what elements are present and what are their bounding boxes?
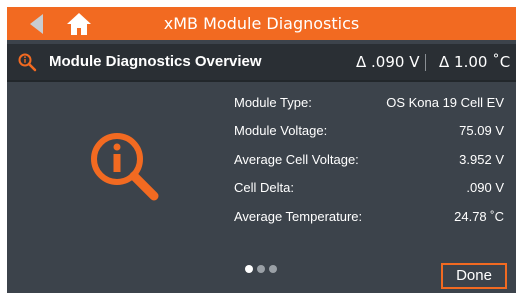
page-title: Module Diagnostics Overview xyxy=(49,53,262,70)
detail-value: 24.78 ˚C xyxy=(454,209,504,224)
page-header: Module Diagnostics Overview Δ .090 V Δ 1… xyxy=(7,44,516,82)
detail-label: Average Temperature: xyxy=(234,209,363,224)
detail-label: Cell Delta: xyxy=(234,180,294,195)
delta-voltage: Δ .090 V xyxy=(356,53,420,71)
detail-row-module-type: Module Type: OS Kona 19 Cell EV xyxy=(234,91,504,115)
diagnostics-info-icon xyxy=(91,133,159,201)
detail-value: 75.09 V xyxy=(459,123,504,138)
page-indicator[interactable] xyxy=(245,258,281,273)
title-bar: xMB Module Diagnostics xyxy=(7,7,516,40)
app-window: xMB Module Diagnostics Module Diagnostic… xyxy=(7,7,516,293)
detail-row-module-voltage: Module Voltage: 75.09 V xyxy=(234,119,504,143)
detail-label: Module Voltage: xyxy=(234,123,328,138)
app-title: xMB Module Diagnostics xyxy=(163,14,360,33)
detail-label: Module Type: xyxy=(234,95,312,110)
done-button[interactable]: Done xyxy=(441,263,507,289)
page-dot[interactable] xyxy=(269,265,277,273)
detail-row-average-cell-voltage: Average Cell Voltage: 3.952 V xyxy=(234,148,504,172)
page-dot[interactable] xyxy=(245,265,253,273)
magnifier-info-icon xyxy=(18,53,37,72)
page-dot[interactable] xyxy=(257,265,265,273)
divider xyxy=(425,54,426,71)
detail-row-cell-delta: Cell Delta: .090 V xyxy=(234,176,504,200)
detail-value: OS Kona 19 Cell EV xyxy=(386,95,504,110)
detail-value: 3.952 V xyxy=(459,152,504,167)
detail-row-average-temperature: Average Temperature: 24.78 ˚C xyxy=(234,205,504,229)
detail-label: Average Cell Voltage: xyxy=(234,152,359,167)
delta-temperature: Δ 1.00 ˚C xyxy=(439,53,511,71)
detail-value: .090 V xyxy=(466,180,504,195)
